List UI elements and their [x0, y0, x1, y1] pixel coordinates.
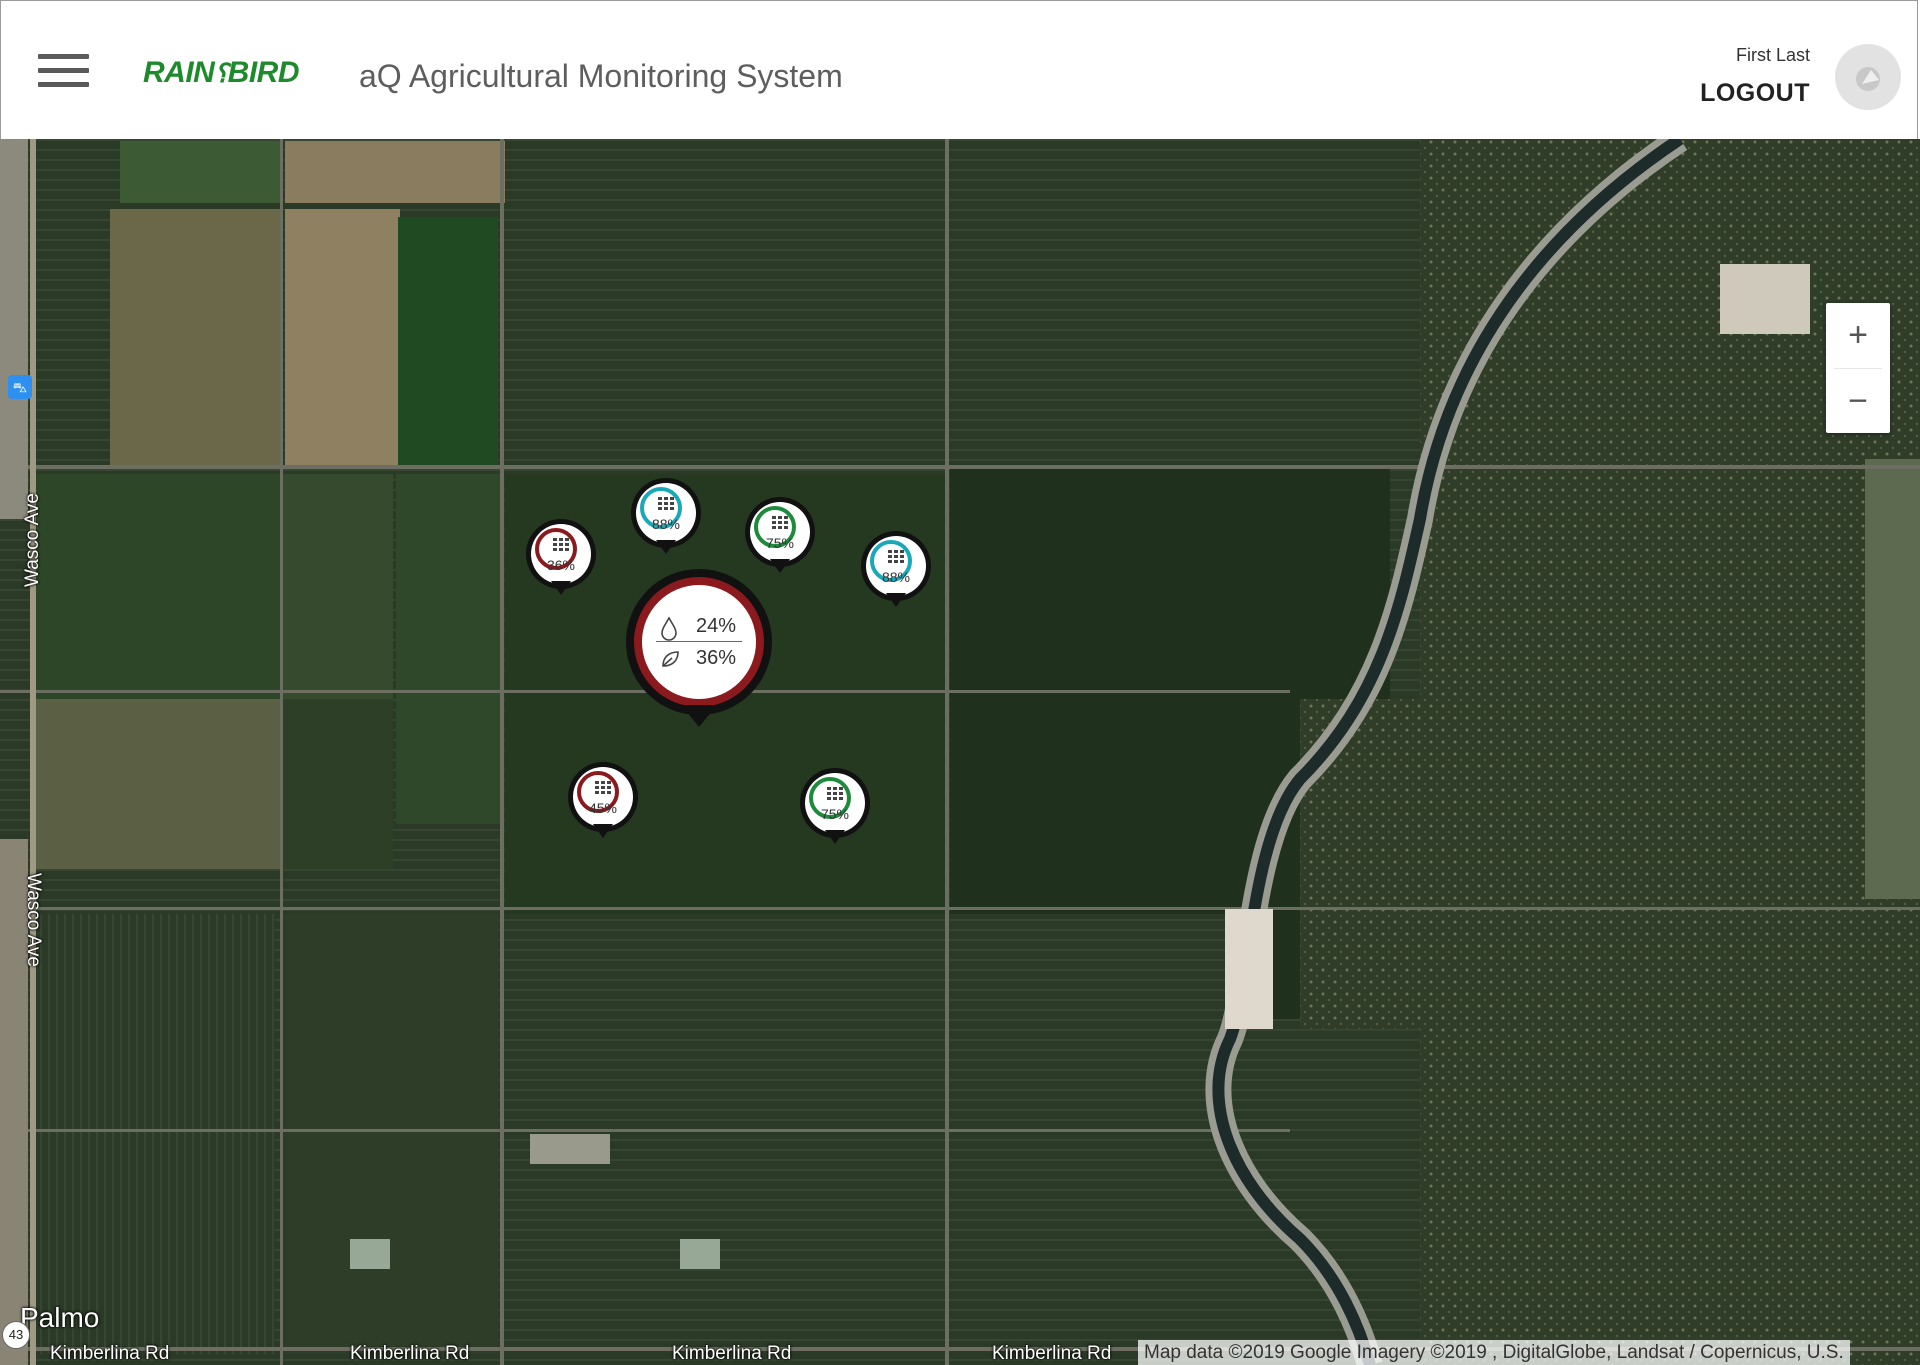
- place-label: Palmo: [20, 1302, 100, 1333]
- rain-bird-logo: RAIN⸮BIRD: [143, 56, 300, 89]
- sensor-marker[interactable]: 75%: [745, 497, 815, 577]
- marker-value: 88%: [651, 516, 681, 532]
- marker-value: 75%: [765, 535, 795, 551]
- app-title: aQ Agricultural Monitoring System: [359, 58, 843, 94]
- moisture-value: 24%: [696, 615, 737, 637]
- marker-value: 36%: [546, 557, 576, 573]
- grid-icon: [658, 497, 674, 511]
- zoom-in-button[interactable]: +: [1826, 303, 1890, 368]
- grid-icon: [553, 538, 569, 552]
- marker-value: 75%: [820, 806, 850, 822]
- leaf-icon: [662, 651, 679, 667]
- cluster-divider: [656, 641, 742, 642]
- hamburger-menu-icon[interactable]: [38, 54, 89, 88]
- map-imagery: [0, 139, 1920, 1365]
- grid-icon: [827, 787, 843, 801]
- highway-shield: 43: [2, 1321, 30, 1349]
- road-label: Wasco Ave: [22, 493, 43, 587]
- transit-icon: ⛍: [8, 375, 32, 399]
- sensor-marker[interactable]: 75%: [800, 768, 870, 848]
- sensor-marker[interactable]: 45%: [568, 762, 638, 842]
- cluster-marker[interactable]: 24% 36%: [626, 569, 772, 729]
- health-value: 36%: [696, 647, 737, 669]
- road-label: Kimberlina Rd: [992, 1343, 1112, 1364]
- zoom-out-button[interactable]: −: [1826, 369, 1890, 434]
- road-label: Kimberlina Rd: [672, 1343, 792, 1364]
- water-drop-icon: [661, 616, 677, 641]
- avatar[interactable]: [1835, 44, 1901, 110]
- app-header: RAIN⸮BIRD aQ Agricultural Monitoring Sys…: [0, 0, 1918, 139]
- sensor-marker[interactable]: 36%: [526, 519, 596, 599]
- sensor-marker[interactable]: 88%: [861, 531, 931, 611]
- logout-button[interactable]: LOGOUT: [1700, 79, 1810, 108]
- grid-icon: [595, 781, 611, 795]
- road-label: Kimberlina Rd: [50, 1343, 170, 1364]
- grid-icon: [888, 550, 904, 564]
- marker-value: 45%: [588, 800, 618, 816]
- avatar-icon: [1856, 67, 1880, 91]
- satellite-map[interactable]: Wasco Ave Wasco Ave Palmo Kimberlina Rd …: [0, 139, 1920, 1365]
- road-label: Wasco Ave: [23, 873, 44, 967]
- user-name: First Last: [1735, 45, 1810, 65]
- zoom-controls: + −: [1826, 303, 1890, 433]
- map-attribution[interactable]: Map data ©2019 Google Imagery ©2019 , Di…: [1138, 1340, 1850, 1365]
- sensor-marker[interactable]: 88%: [631, 478, 701, 558]
- marker-value: 88%: [881, 569, 911, 585]
- grid-icon: [772, 516, 788, 530]
- road-label: Kimberlina Rd: [350, 1343, 470, 1364]
